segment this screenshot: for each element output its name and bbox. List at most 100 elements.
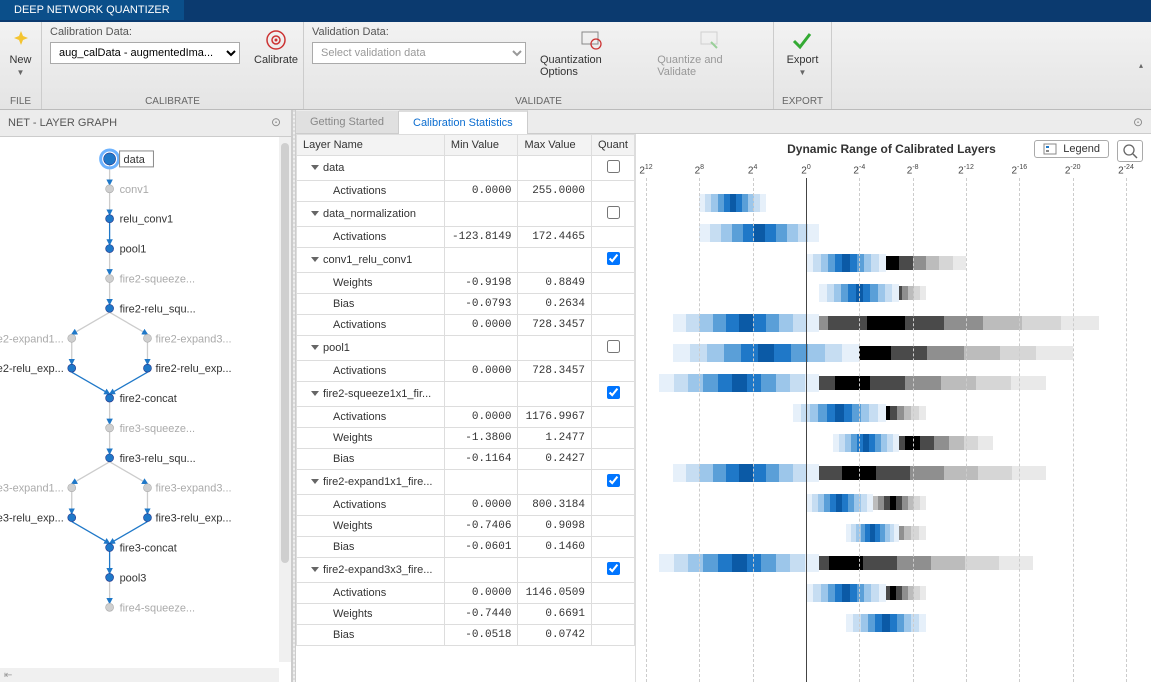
table-row[interactable]: fire2-expand3x3_fire... xyxy=(297,558,635,583)
stats-table-pane[interactable]: Layer Name Min Value Max Value Quant dat… xyxy=(296,134,636,682)
ribbon-group-calibrate: CALIBRATE xyxy=(145,94,200,107)
legend-button[interactable]: Legend xyxy=(1034,140,1109,158)
graph-node[interactable]: relu_conv1 xyxy=(106,214,174,226)
ribbon-collapse-button[interactable]: ▴ xyxy=(1131,22,1151,109)
table-row[interactable]: conv1_relu_conv1 xyxy=(297,248,635,273)
quantization-options-button[interactable]: Quantization Options xyxy=(536,26,643,80)
cal-data-dropdown[interactable]: aug_calData - augmentedIma... xyxy=(50,42,240,64)
val-data-dropdown[interactable]: Select validation data xyxy=(312,42,526,64)
table-row[interactable]: Bias-0.11640.2427 xyxy=(297,449,635,470)
graph-node[interactable]: fire2-concat xyxy=(106,393,177,405)
tab-options-button[interactable]: ⊙ xyxy=(1125,115,1151,129)
quantize-checkbox[interactable] xyxy=(607,340,620,353)
graph-node[interactable]: fire3-squeeze... xyxy=(106,423,195,435)
expand-icon[interactable] xyxy=(311,567,319,572)
quantize-checkbox[interactable] xyxy=(607,474,620,487)
range-bar[interactable] xyxy=(646,524,1139,542)
table-row[interactable]: Activations0.00001146.0509 xyxy=(297,583,635,604)
expand-icon[interactable] xyxy=(311,165,319,170)
range-bar[interactable] xyxy=(646,404,1139,422)
range-bar[interactable] xyxy=(646,464,1139,482)
check-icon xyxy=(790,28,814,52)
graph-node[interactable]: fire3-relu_exp... xyxy=(143,513,231,525)
table-row[interactable]: Activations0.00001176.9967 xyxy=(297,407,635,428)
range-bar[interactable] xyxy=(646,614,1139,632)
range-bar[interactable] xyxy=(646,254,1139,272)
expand-icon[interactable] xyxy=(311,211,319,216)
table-row[interactable]: Bias-0.07930.2634 xyxy=(297,294,635,315)
expand-icon[interactable] xyxy=(311,345,319,350)
table-row[interactable]: Weights-0.74060.9098 xyxy=(297,516,635,537)
export-button[interactable]: Export ▼ xyxy=(783,26,823,79)
range-bar[interactable] xyxy=(646,194,1139,212)
graph-node[interactable]: fire3-relu_squ... xyxy=(106,453,196,465)
quantize-checkbox[interactable] xyxy=(607,386,620,399)
range-bar[interactable] xyxy=(646,434,1139,452)
range-bar[interactable] xyxy=(646,554,1139,572)
range-bar[interactable] xyxy=(646,584,1139,602)
tab-calibration-stats[interactable]: Calibration Statistics xyxy=(399,110,528,134)
chart-body[interactable]: 2122824202-42-82-122-162-202-24 xyxy=(646,164,1139,682)
layer-graph-canvas[interactable]: data conv1 relu_conv1 pool1 fire2-squeeze...… xyxy=(0,137,291,682)
expand-icon[interactable] xyxy=(311,257,319,262)
calibrate-button[interactable]: Calibrate xyxy=(250,26,302,68)
range-bar[interactable] xyxy=(646,494,1139,512)
graph-node[interactable]: fire2-squeeze... xyxy=(106,273,195,285)
table-row[interactable]: pool1 xyxy=(297,336,635,361)
grid-line xyxy=(806,178,807,682)
graph-node[interactable]: fire2-relu_exp... xyxy=(143,363,231,375)
table-row[interactable]: Activations0.0000728.3457 xyxy=(297,315,635,336)
range-bar[interactable] xyxy=(646,314,1139,332)
graph-vscroll[interactable] xyxy=(279,137,291,662)
table-row[interactable]: data_normalization xyxy=(297,202,635,227)
graph-node[interactable]: fire2-expand1... xyxy=(0,333,76,345)
expand-icon[interactable] xyxy=(311,479,319,484)
table-row[interactable]: Activations0.0000800.3184 xyxy=(297,495,635,516)
quantize-checkbox[interactable] xyxy=(607,252,620,265)
graph-node[interactable]: fire4-squeeze... xyxy=(106,602,195,614)
table-row[interactable]: Weights-0.91980.8849 xyxy=(297,273,635,294)
col-max[interactable]: Max Value xyxy=(518,135,592,156)
table-row[interactable]: fire2-expand1x1_fire... xyxy=(297,470,635,495)
quantize-checkbox[interactable] xyxy=(607,562,620,575)
range-bar[interactable] xyxy=(646,284,1139,302)
graph-node[interactable]: conv1 xyxy=(106,184,149,196)
graph-node[interactable]: fire3-expand3... xyxy=(143,483,231,495)
graph-node[interactable]: fire2-relu_exp... xyxy=(0,363,76,375)
table-row[interactable]: data xyxy=(297,156,635,181)
col-quant[interactable]: Quant xyxy=(592,135,635,156)
dropdown-caret-icon: ▼ xyxy=(799,68,807,77)
table-row[interactable]: Weights-1.38001.2477 xyxy=(297,428,635,449)
graph-node[interactable]: fire2-expand3... xyxy=(143,333,231,345)
col-min[interactable]: Min Value xyxy=(444,135,518,156)
graph-hscroll[interactable]: ⇤ xyxy=(0,668,279,682)
table-row[interactable]: Activations0.0000728.3457 xyxy=(297,361,635,382)
expand-icon[interactable] xyxy=(311,391,319,396)
table-row[interactable]: Activations-123.8149172.4465 xyxy=(297,227,635,248)
quantize-checkbox[interactable] xyxy=(607,206,620,219)
table-row[interactable]: Bias-0.05180.0742 xyxy=(297,625,635,646)
panel-close-button[interactable]: ⊙ xyxy=(269,116,283,130)
svg-text:fire2-concat: fire2-concat xyxy=(120,393,177,405)
zoom-button[interactable] xyxy=(1117,140,1143,162)
graph-node[interactable]: fire2-relu_squ... xyxy=(106,303,196,315)
table-row[interactable]: fire2-squeeze1x1_fir... xyxy=(297,382,635,407)
graph-node[interactable]: pool1 xyxy=(106,244,147,256)
tab-getting-started[interactable]: Getting Started xyxy=(296,111,399,133)
range-bar[interactable] xyxy=(646,374,1139,392)
dropdown-caret-icon: ▼ xyxy=(17,68,25,77)
quantize-checkbox[interactable] xyxy=(607,160,620,173)
graph-node[interactable]: fire3-expand1... xyxy=(0,483,76,495)
graph-node[interactable]: fire3-relu_exp... xyxy=(0,513,76,525)
magnifier-icon xyxy=(1122,143,1138,159)
graph-node[interactable]: pool3 xyxy=(106,572,147,584)
table-row[interactable]: Weights-0.74400.6691 xyxy=(297,604,635,625)
range-bar[interactable] xyxy=(646,224,1139,242)
table-row[interactable]: Activations0.0000255.0000 xyxy=(297,181,635,202)
graph-node[interactable]: data xyxy=(104,151,154,167)
table-row[interactable]: Bias-0.06010.1460 xyxy=(297,537,635,558)
graph-node[interactable]: fire3-concat xyxy=(106,543,177,555)
col-layer[interactable]: Layer Name xyxy=(297,135,445,156)
range-bar[interactable] xyxy=(646,344,1139,362)
new-button[interactable]: New ▼ xyxy=(5,26,37,79)
